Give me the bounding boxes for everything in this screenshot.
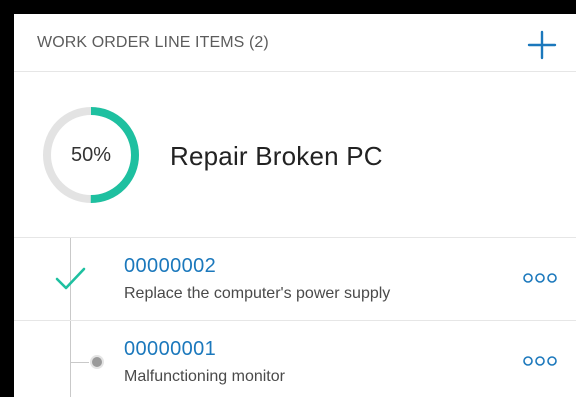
progress-percent: 50% xyxy=(70,144,112,166)
checkmark-icon xyxy=(55,267,86,290)
more-options-button[interactable] xyxy=(520,268,560,288)
work-order-summary: 50% Repair Broken PC xyxy=(14,72,576,238)
plus-icon xyxy=(527,30,557,60)
card-title: WORK ORDER LINE ITEMS (2) xyxy=(37,34,269,51)
line-item-number-link[interactable]: 00000002 xyxy=(124,255,216,278)
dot-icon xyxy=(90,355,104,369)
status-marker xyxy=(90,355,104,369)
line-item: 00000001 Malfunctioning monitor xyxy=(14,321,576,397)
add-line-item-button[interactable] xyxy=(527,30,557,60)
timeline-connector xyxy=(71,362,89,363)
line-item-number-link[interactable]: 00000001 xyxy=(124,338,216,361)
work-order-line-items-card: WORK ORDER LINE ITEMS (2) 50% Repair Bro… xyxy=(14,14,576,397)
line-item: 00000002 Replace the computer's power su… xyxy=(14,238,576,321)
more-options-icon xyxy=(523,356,557,366)
status-marker xyxy=(54,266,88,292)
line-item-description: Replace the computer's power supply xyxy=(124,285,391,302)
line-item-description: Malfunctioning monitor xyxy=(124,368,285,385)
card-header: WORK ORDER LINE ITEMS (2) xyxy=(14,14,576,72)
work-order-subject[interactable]: Repair Broken PC xyxy=(170,141,383,172)
progress-ring: 50% xyxy=(41,105,141,205)
more-options-icon xyxy=(523,273,557,283)
screenshot-frame: WORK ORDER LINE ITEMS (2) 50% Repair Bro… xyxy=(0,0,576,397)
more-options-button[interactable] xyxy=(520,351,560,371)
